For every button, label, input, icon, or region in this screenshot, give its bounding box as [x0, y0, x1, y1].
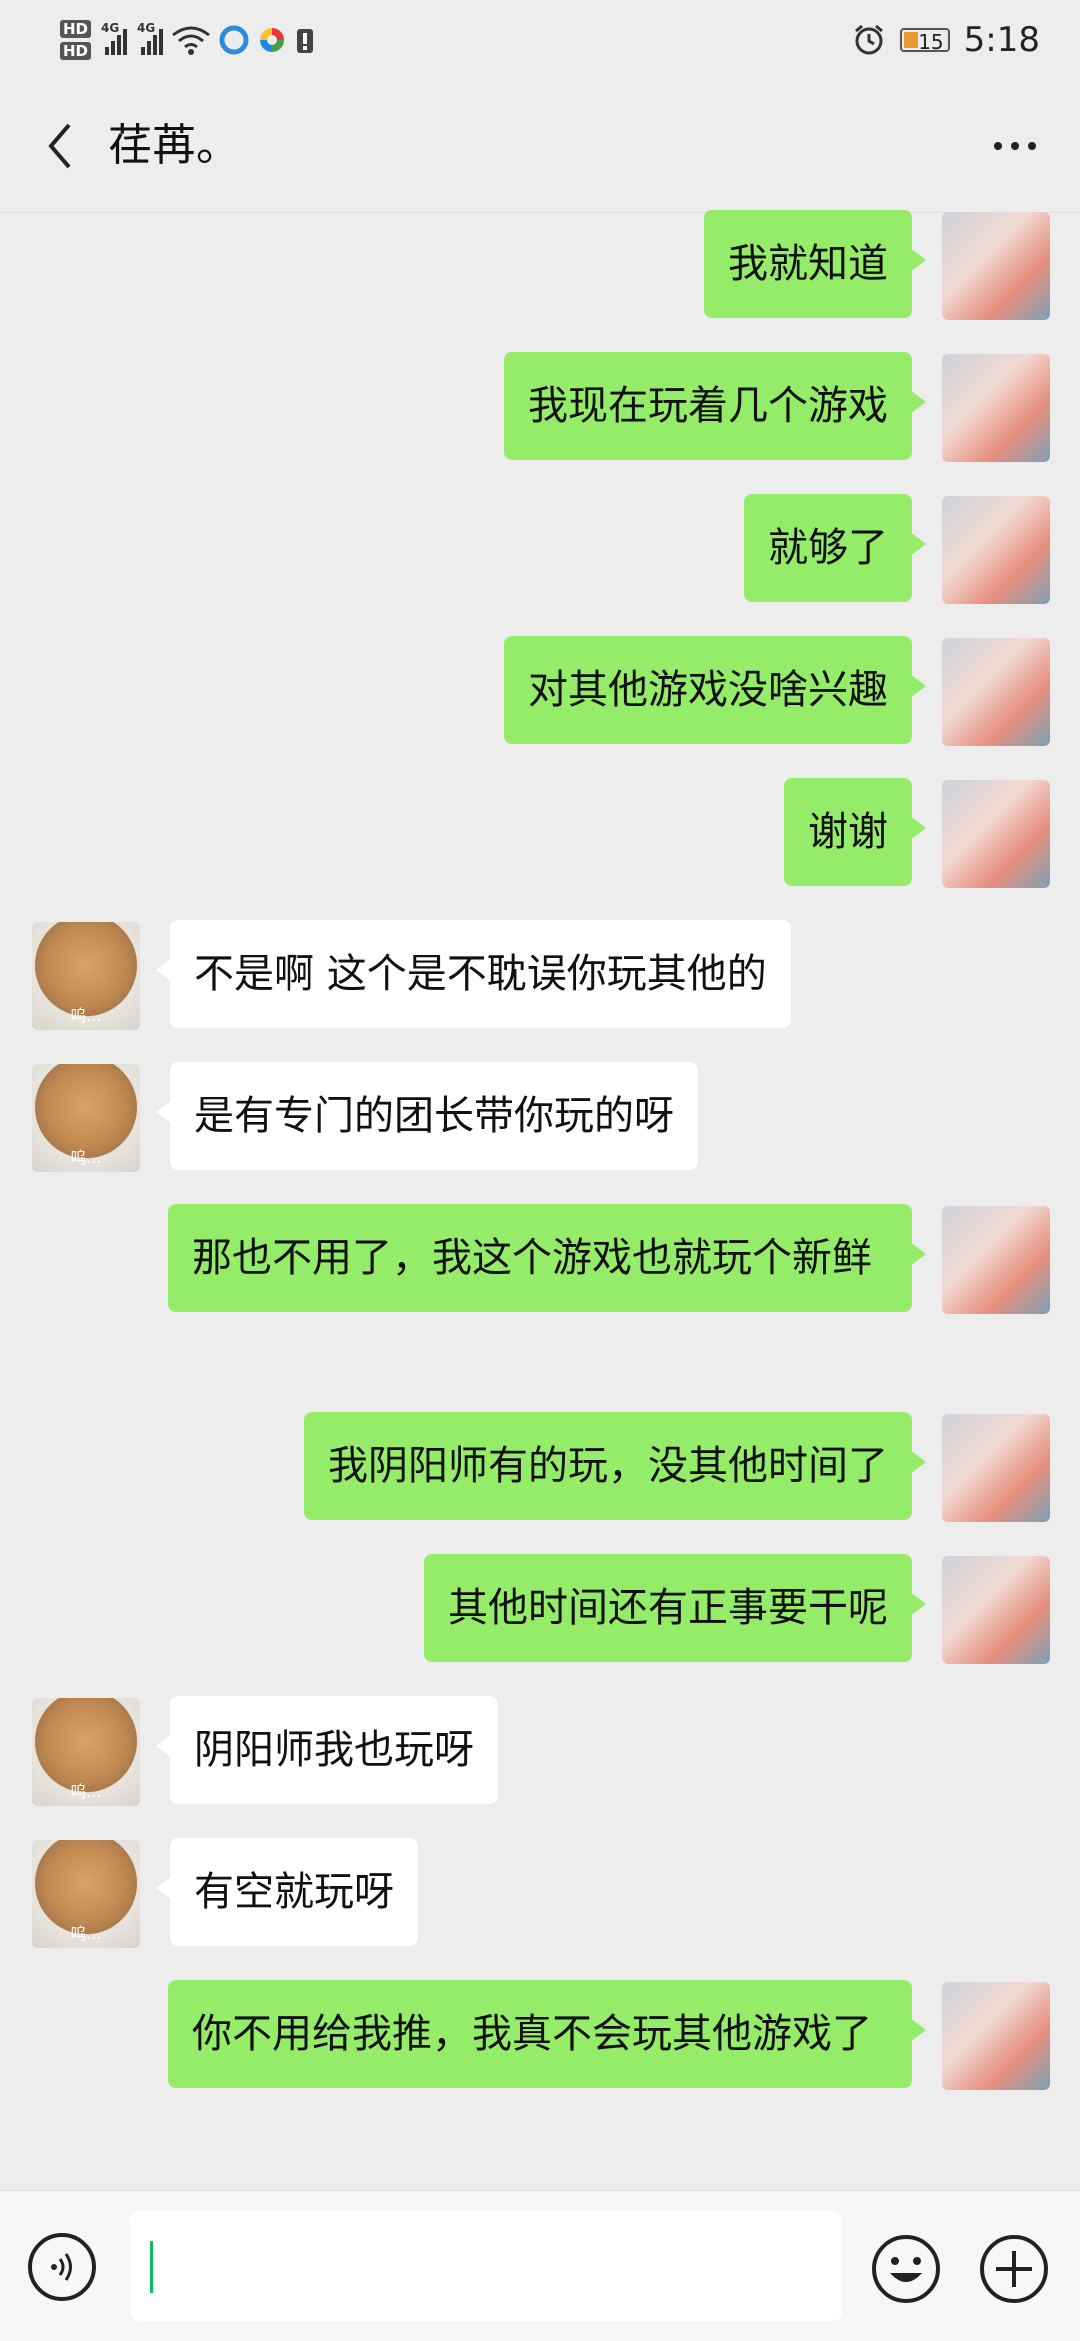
message-bubble-sent[interactable]: 我现在玩着几个游戏: [504, 352, 926, 460]
message-bubble-received[interactable]: 有空就玩呀: [156, 1838, 418, 1946]
avatar-caption: 呜...: [70, 1148, 102, 1167]
contact-avatar[interactable]: 呜...: [32, 1064, 140, 1172]
message-bubble-sent[interactable]: 谢谢: [784, 778, 926, 886]
chevron-left-icon: [48, 123, 71, 169]
my-avatar[interactable]: [942, 212, 1050, 320]
message-bubble-sent[interactable]: 我就知道: [704, 210, 926, 318]
signal-icon: 4G: [101, 21, 128, 55]
more-dots-icon: [994, 142, 1002, 150]
hd1-badge: HD: [60, 20, 92, 38]
message-bubble-received[interactable]: 不是啊 这个是不耽误你玩其他的: [156, 920, 791, 1028]
signal-icon-2: 4G: [137, 21, 164, 55]
plus-icon[interactable]: [978, 2233, 1050, 2305]
hd2-badge: HD: [60, 42, 92, 60]
message-bubble-sent[interactable]: 那也不用了，我这个游戏也就玩个新鲜: [168, 1204, 926, 1312]
avatar-caption: 呜...: [70, 1924, 102, 1943]
battery-level: 15: [918, 30, 944, 54]
message-bubble-sent[interactable]: 你不用给我推，我真不会玩其他游戏了: [168, 1980, 926, 2088]
avatar-caption: 呜...: [70, 1006, 102, 1025]
emoji-icon[interactable]: [870, 2233, 942, 2305]
contact-avatar[interactable]: 呜...: [32, 1698, 140, 1806]
status-left: HD HD 4G 4G: [60, 12, 315, 68]
text-caret: [150, 2241, 153, 2293]
chat-header: 荏苒。: [0, 80, 1080, 213]
net2-label: 4G: [137, 21, 156, 35]
app-notification-icon-2: [260, 28, 285, 52]
my-avatar[interactable]: [942, 496, 1050, 604]
wifi-icon: [172, 26, 210, 55]
hd-indicators: HD HD: [60, 20, 92, 60]
battery-icon: 15: [899, 28, 950, 54]
my-avatar[interactable]: [942, 1206, 1050, 1314]
status-right: 15 5:18: [852, 14, 1040, 66]
chat-title: 荏苒。: [108, 120, 240, 171]
message-bubble-sent[interactable]: 对其他游戏没啥兴趣: [504, 636, 926, 744]
back-button[interactable]: [30, 116, 90, 176]
my-avatar[interactable]: [942, 354, 1050, 462]
input-bar: [0, 2190, 1080, 2341]
clock: 5:18: [963, 20, 1040, 60]
alert-icon: [297, 29, 314, 53]
more-button[interactable]: [980, 116, 1050, 176]
my-avatar[interactable]: [942, 780, 1050, 888]
my-avatar[interactable]: [942, 1414, 1050, 1522]
avatar-caption: 呜...: [70, 1782, 102, 1801]
message-bubble-sent[interactable]: 我阴阳师有的玩，没其他时间了: [304, 1412, 926, 1520]
my-avatar[interactable]: [942, 1982, 1050, 2090]
voice-icon: [51, 2253, 72, 2281]
my-avatar[interactable]: [942, 638, 1050, 746]
contact-avatar[interactable]: 呜...: [32, 922, 140, 1030]
message-bubble-sent[interactable]: 就够了: [744, 494, 926, 602]
contact-avatar[interactable]: 呜...: [32, 1840, 140, 1948]
voice-button[interactable]: [28, 2233, 96, 2301]
net1-label: 4G: [101, 21, 120, 35]
app-notification-icon: [219, 25, 249, 55]
message-input[interactable]: [130, 2211, 842, 2321]
message-bubble-sent[interactable]: 其他时间还有正事要干呢: [424, 1554, 926, 1662]
status-bar: HD HD 4G 4G 15 5:18: [0, 0, 1080, 80]
my-avatar[interactable]: [942, 1556, 1050, 1664]
alarm-icon: [854, 24, 883, 55]
message-bubble-received[interactable]: 是有专门的团长带你玩的呀: [156, 1062, 698, 1170]
message-bubble-received[interactable]: 阴阳师我也玩呀: [156, 1696, 498, 1804]
